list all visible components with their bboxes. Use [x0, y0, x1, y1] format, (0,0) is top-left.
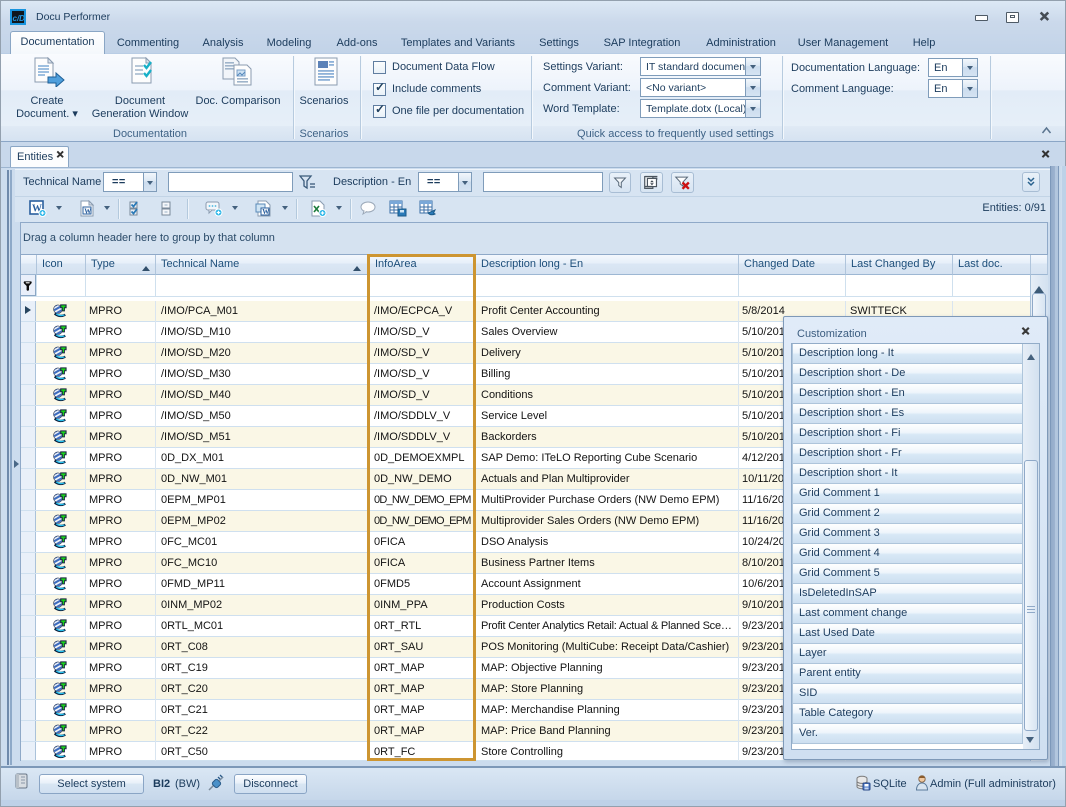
svg-text:W: W — [262, 208, 269, 216]
svg-text:W: W — [84, 208, 91, 216]
